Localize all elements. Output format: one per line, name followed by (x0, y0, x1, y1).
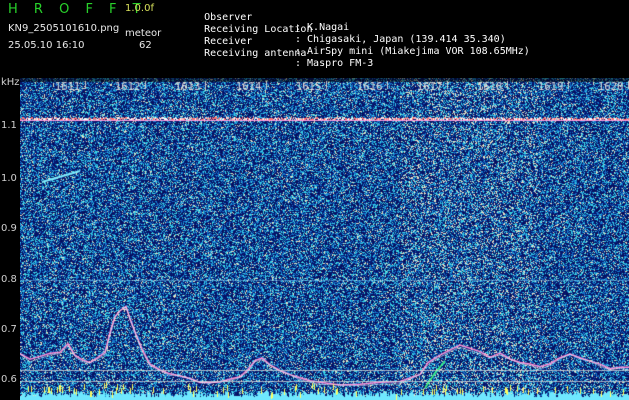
y-tick-label: 0.7 (1, 324, 17, 335)
y-tick-label: 0.6 (1, 374, 17, 385)
file-name: KN9_2505101610.png (8, 23, 120, 34)
y-tick-label: 1.0 (1, 173, 17, 184)
info-label: Receiving antenna (204, 48, 307, 59)
y-tick-label: 0.9 (1, 223, 17, 234)
meteor-count: 62 (139, 40, 152, 51)
info-value: : AirSpy mini (Miakejima VOR 108.65MHz) (295, 46, 530, 57)
info-antenna: Receiving antenna : Maspro FM-3 (180, 39, 373, 79)
app-version: 1.0.0f (125, 3, 154, 14)
meteor-label: meteor (125, 28, 162, 39)
y-tick-label: 1.1 (1, 120, 17, 131)
info-value: : Maspro FM-3 (295, 58, 374, 69)
header-panel: H R O F F T 1.0.0f KN9_2505101610.png me… (0, 0, 629, 78)
y-tick-label: 0.8 (1, 274, 17, 285)
info-value: : Chigasaki, Japan (139.414 35.340) (295, 34, 506, 45)
y-axis: 1.1 1.0 0.9 0.8 0.7 0.6 (0, 78, 20, 400)
capture-datetime: 25.05.10 16:10 (8, 40, 85, 51)
spectrogram-canvas[interactable] (20, 78, 629, 400)
